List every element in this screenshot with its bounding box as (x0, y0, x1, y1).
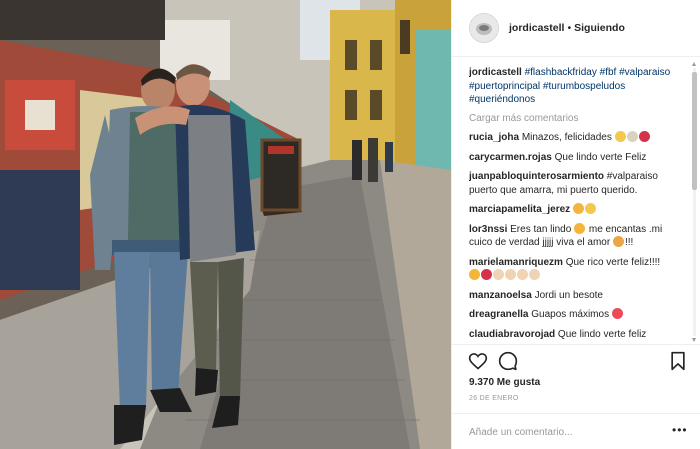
red-heart-emoji-icon (611, 308, 623, 319)
likes-count[interactable]: 9.370 Me gusta (469, 377, 540, 388)
comment-item: manzanoelsa Jordi un besote (469, 289, 687, 303)
clap-emoji-icon (529, 269, 540, 280)
comment-text: Jordi un besote (534, 289, 603, 301)
caption-username[interactable]: jordicastell (469, 67, 522, 78)
comment-username[interactable]: marciapamelita_jerez (469, 204, 570, 215)
cocktail-emoji-icon (626, 131, 638, 142)
header-separator: • (567, 22, 572, 34)
clap-emoji-icon (505, 269, 516, 280)
follow-status-button[interactable]: Siguiendo (574, 22, 625, 34)
heart-eyes-emoji-icon (574, 222, 586, 234)
scroll-down-arrow-icon[interactable] (692, 338, 696, 342)
comment-username[interactable]: dreagranella (469, 309, 528, 320)
photo-illustration (0, 0, 451, 449)
comment-item: marielamanriquezm Que rico verte feliz!!… (469, 256, 687, 283)
header-username[interactable]: jordicastell (509, 22, 564, 34)
comment-item: lor3nssi Eres tan lindo me encantas .mi … (469, 222, 687, 250)
bookmark-icon[interactable] (668, 351, 688, 371)
clap-emoji-icon (517, 269, 528, 280)
comment-username[interactable]: claudiabravorojad (469, 329, 555, 340)
comment-text-end: !!! (624, 237, 634, 248)
scrollbar-thumb[interactable] (692, 72, 697, 190)
comment-item: carycarmen.rojas Que lindo verte Feliz (469, 151, 687, 165)
post-caption: jordicastell #flashbackfriday #fbf #valp… (469, 66, 687, 107)
comment-item: marciapamelita_jerez (469, 203, 687, 217)
comments-scrollbar[interactable] (692, 62, 697, 342)
post-photo[interactable] (0, 0, 451, 449)
comment-item: juanpabloquinterosarmiento #valparaiso p… (469, 170, 687, 197)
comment-text: Minazos, felicidades (521, 132, 612, 143)
couple-emoji-icon (612, 236, 624, 247)
rose-emoji-icon (638, 131, 650, 142)
user-avatar[interactable] (469, 13, 499, 43)
scroll-up-arrow-icon[interactable] (692, 62, 696, 66)
avatar-image (470, 14, 498, 42)
add-comment-bar: ••• (452, 413, 700, 449)
comment-text: Que lindo verte feliz (557, 328, 647, 340)
comment-item: claudiabravorojad Que lindo verte feliz (469, 328, 687, 342)
comments-list[interactable]: jordicastell #flashbackfriday #fbf #valp… (469, 66, 687, 342)
comment-username[interactable]: lor3nssi (469, 224, 507, 235)
comment-item: dreagranella Guapos máximos (469, 308, 687, 322)
comment-text: Eres tan lindo (510, 223, 572, 235)
post-actions (452, 344, 700, 374)
comment-bubble-icon[interactable] (498, 351, 518, 371)
heart-eyes-emoji-icon (572, 203, 584, 214)
comment-text: Que lindo verte Feliz (554, 151, 647, 163)
instagram-post-view: jordicastell • Siguiendo jordicastell #fla… (0, 0, 700, 449)
comment-text: Guapos máximos (531, 309, 610, 320)
comment-text: Que rico verte feliz!!!! (565, 256, 661, 268)
comment-username[interactable]: rucia_joha (469, 132, 519, 143)
header-text: jordicastell • Siguiendo (509, 22, 625, 34)
comment-item: rucia_joha Minazos, felicidades (469, 131, 687, 145)
heart-icon[interactable] (468, 351, 488, 371)
more-options-icon[interactable]: ••• (672, 423, 688, 437)
clap-emoji-icon (493, 269, 504, 280)
post-side-panel: jordicastell • Siguiendo jordicastell #fla… (451, 0, 700, 449)
comment-username[interactable]: carycarmen.rojas (469, 152, 552, 163)
comment-username[interactable]: juanpabloquinterosarmiento (469, 171, 604, 182)
post-header: jordicastell • Siguiendo (452, 0, 700, 57)
add-comment-input[interactable] (469, 424, 664, 440)
sparkles-emoji-icon (614, 131, 626, 142)
heart-eyes-emoji-icon (469, 269, 480, 280)
comment-username[interactable]: marielamanriquezm (469, 257, 563, 268)
post-date: 26 DE ENERO (469, 395, 519, 402)
kiss-emoji-icon (584, 203, 596, 214)
load-more-comments[interactable]: Cargar más comentarios (469, 112, 687, 126)
comment-username[interactable]: manzanoelsa (469, 290, 532, 301)
lips-emoji-icon (481, 269, 492, 280)
